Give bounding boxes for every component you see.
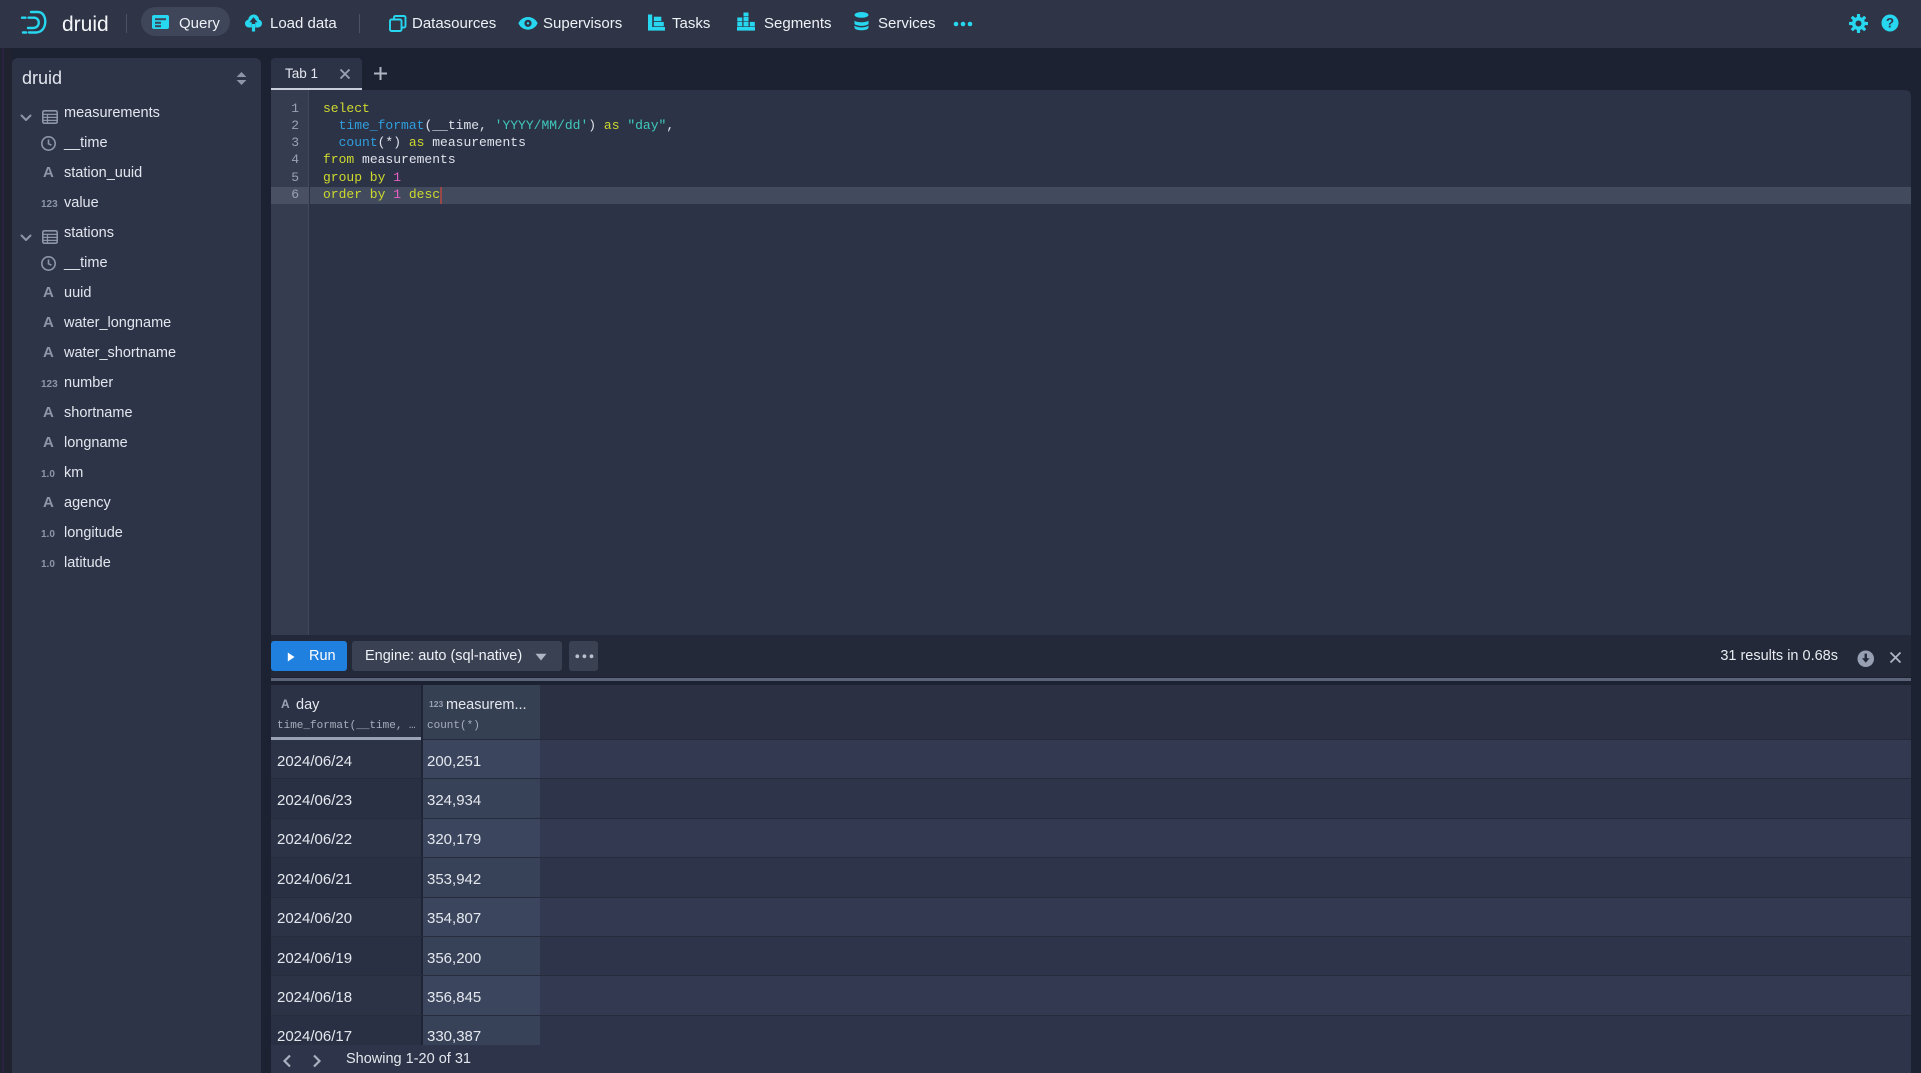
svg-text:?: ? bbox=[1886, 16, 1894, 31]
